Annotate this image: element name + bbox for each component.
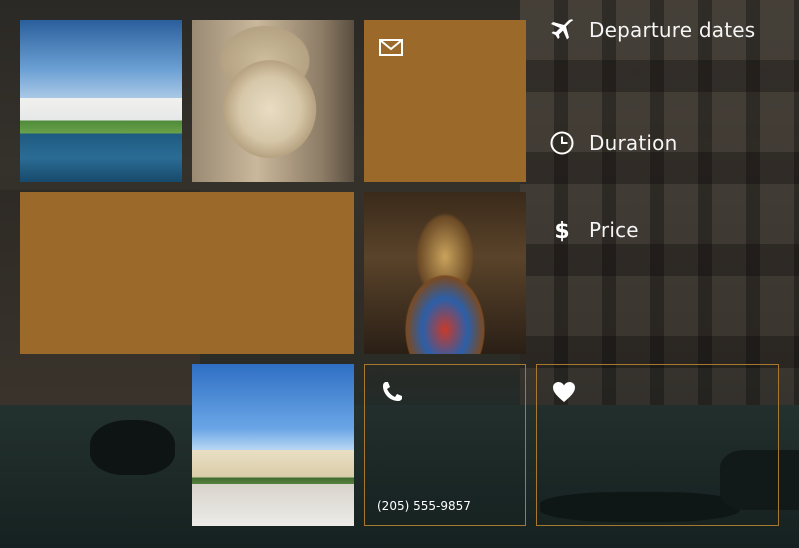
- filter-duration[interactable]: Duration: [548, 127, 677, 159]
- mail-tile[interactable]: [364, 20, 526, 182]
- filter-label: Duration: [589, 131, 678, 155]
- phone-icon: [379, 379, 405, 405]
- phone-number: (205) 555-9857: [377, 499, 471, 513]
- lake-photo-tile[interactable]: [20, 20, 182, 182]
- filter-label: Departure dates: [589, 18, 756, 42]
- palace-photo-tile[interactable]: [192, 364, 354, 526]
- background-gondola: [90, 420, 175, 475]
- favorite-tile[interactable]: [536, 364, 779, 526]
- filter-price[interactable]: $ Price: [548, 214, 639, 246]
- contact-tile[interactable]: (205) 555-9857: [364, 364, 526, 526]
- heart-icon: [551, 379, 577, 405]
- filter-departure-dates[interactable]: Departure dates: [548, 14, 755, 46]
- svg-text:$: $: [554, 219, 569, 243]
- statue-photo-tile[interactable]: [192, 20, 354, 182]
- mail-icon: [378, 34, 404, 60]
- clock-icon: [548, 129, 576, 157]
- dollar-icon: $: [548, 216, 576, 244]
- cathedral-photo-tile[interactable]: [364, 192, 526, 354]
- filter-label: Price: [589, 218, 639, 242]
- airplane-icon: [548, 16, 576, 44]
- wide-feature-tile[interactable]: [20, 192, 354, 354]
